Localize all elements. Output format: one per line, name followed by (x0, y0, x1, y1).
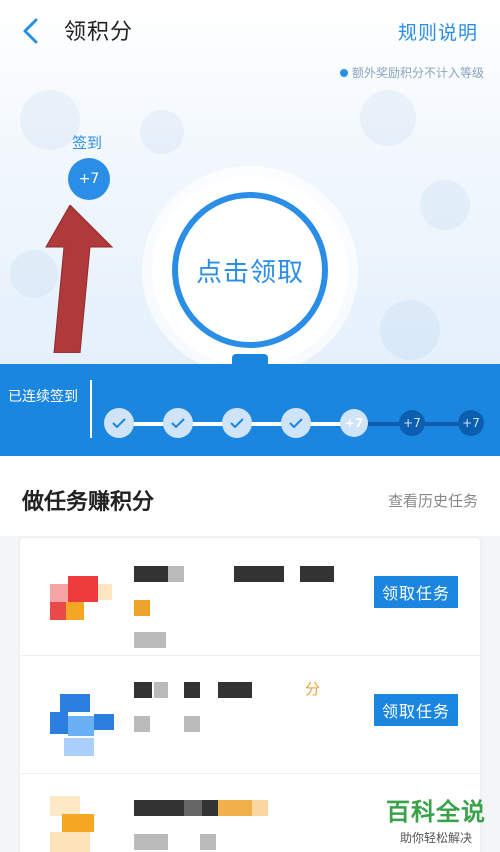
streak-day-1 (104, 408, 134, 438)
streak-day-4 (281, 408, 311, 438)
claim-task-button[interactable]: 领取任务 (373, 576, 458, 608)
task-row: 分 领取任务 (20, 656, 480, 774)
signin-bonus-badge: +7 (68, 158, 110, 200)
claim-task-button[interactable]: 领取任务 (373, 694, 458, 726)
check-icon (289, 418, 303, 428)
streak-day-3 (222, 408, 252, 438)
note-label: 额外奖励积分不计入等级 (351, 66, 484, 80)
redacted-text (184, 682, 200, 698)
streak-day-5: +7 (340, 409, 368, 437)
streak-day-2 (163, 408, 193, 438)
claim-circle: 点击领取 (172, 192, 328, 348)
signin-label: 签到 (72, 134, 103, 152)
redacted-text (134, 566, 168, 582)
hero-section: 领积分 规则说明 额外奖励积分不计入等级 签到 +7 点击领取 (0, 0, 500, 372)
check-icon (171, 418, 185, 428)
streak-day-7: +7 (458, 410, 484, 436)
redacted-text (218, 682, 252, 698)
redacted-text (134, 716, 150, 732)
points-tag: 分 (305, 680, 321, 698)
background-decoration (380, 300, 440, 360)
streak-notch (232, 354, 268, 368)
background-decoration (140, 110, 184, 154)
note-text: 额外奖励积分不计入等级 (339, 64, 484, 81)
claim-button[interactable]: 点击领取 (152, 176, 348, 366)
streak-label: 已连续签到 (8, 389, 78, 405)
back-chevron-icon[interactable] (18, 16, 44, 46)
redacted-text (134, 600, 150, 616)
streak-bar: 已连续签到 +7 +7 +7 (0, 354, 500, 456)
redacted-text (168, 566, 184, 582)
watermark-main: 百科全说 (386, 798, 486, 826)
redacted-text (252, 800, 268, 816)
check-icon (230, 418, 244, 428)
redacted-text (134, 682, 152, 698)
history-tasks-link[interactable]: 查看历史任务 (388, 490, 478, 511)
tasks-title: 做任务赚积分 (22, 490, 155, 515)
redacted-text (184, 800, 202, 816)
red-arrow-annotation (40, 204, 120, 354)
redacted-text (218, 800, 252, 816)
task-app-icon (50, 694, 116, 760)
task-row: 领取任务 (20, 538, 480, 656)
streak-day-6: +7 (399, 410, 425, 436)
streak-divider (90, 380, 92, 438)
top-bar: 领积分 规则说明 (0, 0, 500, 64)
redacted-text (134, 632, 166, 648)
redacted-text (134, 834, 168, 850)
background-decoration (20, 90, 80, 150)
redacted-text (200, 834, 216, 850)
redacted-text (202, 800, 218, 816)
background-decoration (420, 180, 470, 230)
tasks-header: 做任务赚积分 查看历史任务 (0, 458, 500, 536)
task-app-icon (50, 576, 116, 642)
watermark-sub: 助你轻松解决 (399, 831, 472, 845)
redacted-text (154, 682, 168, 698)
background-decoration (360, 90, 416, 146)
check-icon (112, 418, 126, 428)
redacted-text (184, 716, 200, 732)
task-app-icon (50, 796, 116, 852)
watermark-logo: 百科全说 助你轻松解决 (386, 792, 486, 846)
redacted-text (300, 566, 334, 582)
page-title: 领积分 (64, 20, 134, 45)
rules-link[interactable]: 规则说明 (398, 18, 478, 45)
redacted-text (234, 566, 284, 582)
claim-label: 点击领取 (195, 257, 304, 288)
redacted-text (134, 800, 184, 816)
bullet-dot-icon (339, 68, 348, 77)
